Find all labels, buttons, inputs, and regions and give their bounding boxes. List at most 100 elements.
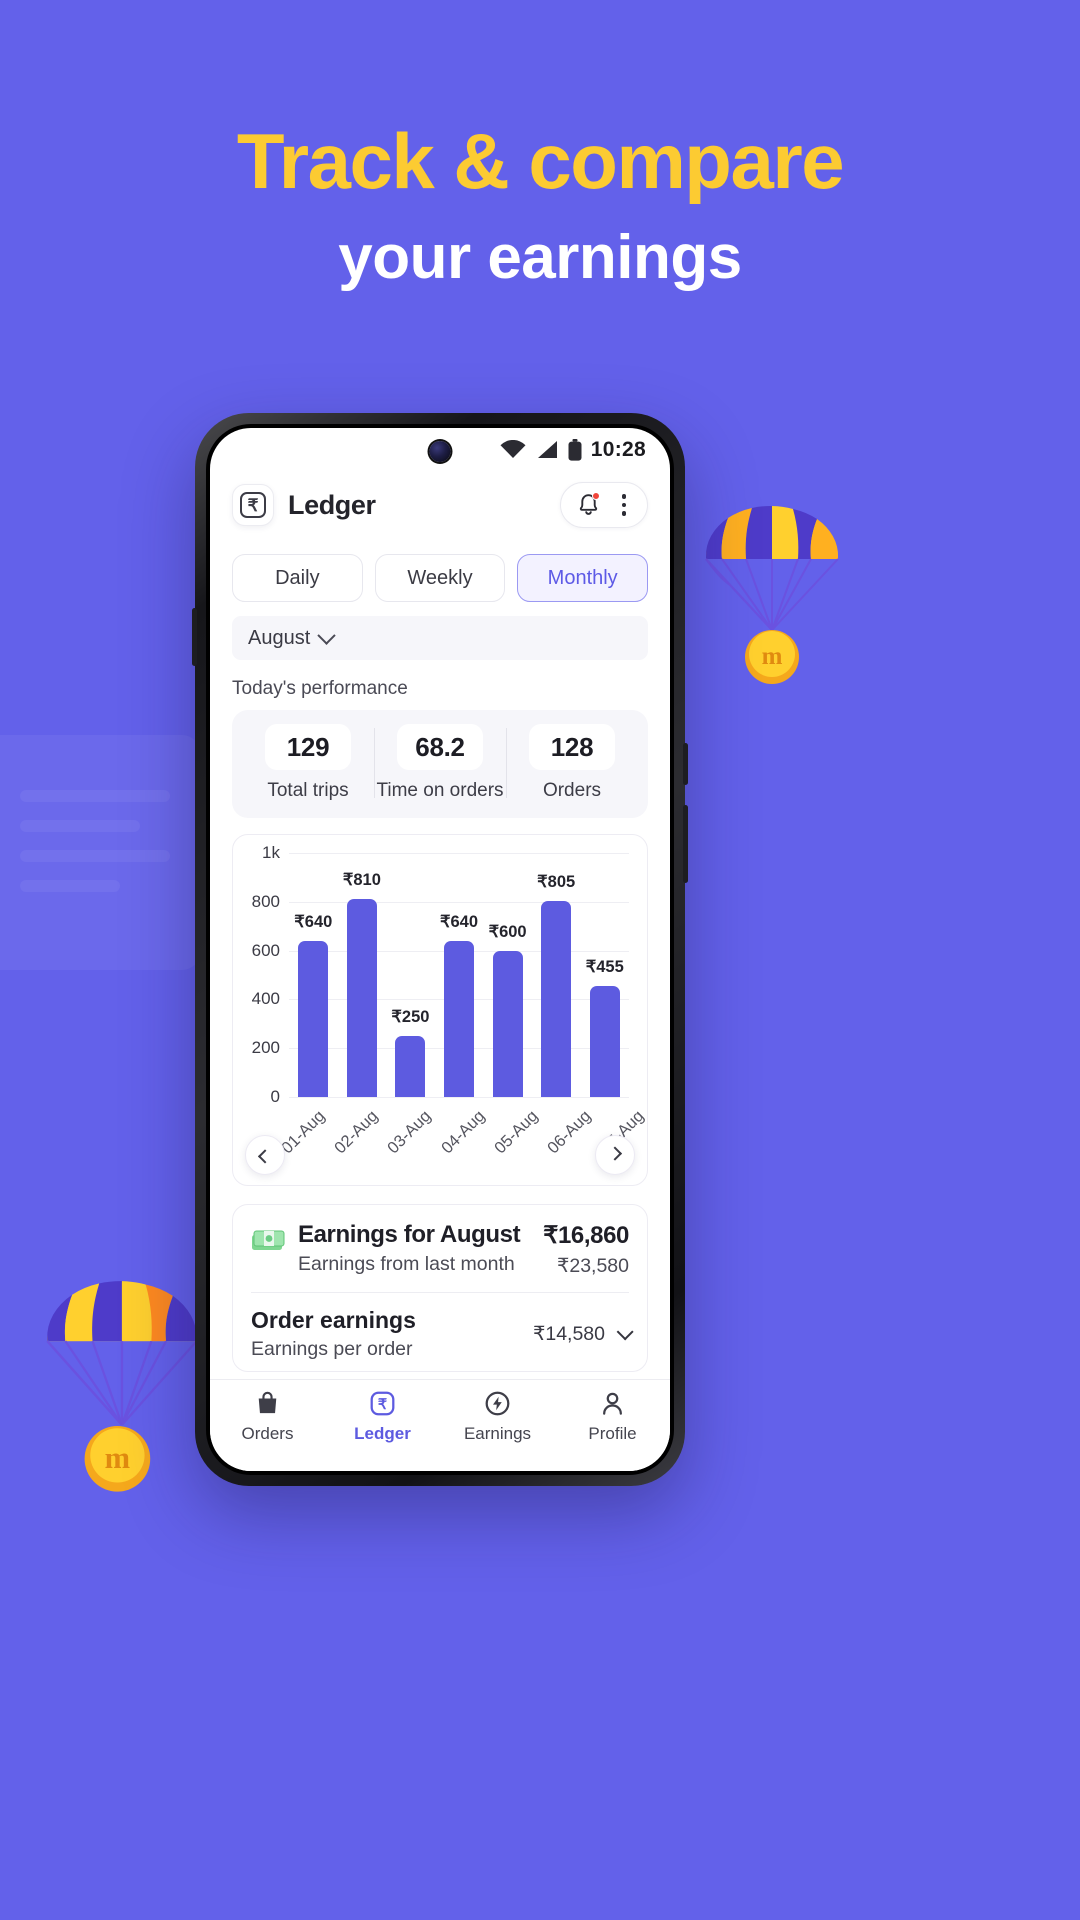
parachute-icon: m: [46, 1281, 198, 1492]
chart-bars: ₹640 ₹810 ₹250 ₹640 ₹600 ₹805 ₹455: [289, 853, 629, 1097]
stat-time-on-orders: 68.2 Time on orders: [374, 724, 506, 802]
chart-y-tick-label: 400: [251, 989, 280, 1009]
status-bar: 10:28: [210, 428, 670, 472]
notifications-button[interactable]: [571, 488, 605, 522]
phone-mockup: 10:28 ₹ Ledger Daily Weekly Monthly Augu…: [192, 413, 688, 1486]
earnings-subtitle: Earnings from last month: [298, 1253, 515, 1275]
rupee-badge-icon: ₹: [232, 484, 274, 526]
kebab-dot: [621, 511, 627, 516]
chart-bar-value-label: ₹640: [440, 912, 479, 931]
chart-bar[interactable]: [492, 950, 523, 1097]
earnings-last-month-amount: ₹23,580: [556, 1255, 629, 1277]
chart-bar[interactable]: [541, 900, 572, 1097]
chart-bar[interactable]: [395, 1036, 426, 1097]
earnings-amount: ₹16,860: [543, 1222, 629, 1249]
status-bar-time: 10:28: [590, 438, 646, 461]
stat-value: 68.2: [397, 724, 483, 770]
chart-bar-value-label: ₹810: [342, 871, 381, 890]
phone-volume-down-button: [683, 805, 688, 883]
chart-bar-value-label: ₹640: [294, 912, 333, 931]
front-camera-punch-hole: [429, 441, 451, 462]
rupee-icon: ₹: [370, 1391, 395, 1416]
chart-bar-slot[interactable]: ₹250: [386, 853, 435, 1097]
stat-value: 128: [529, 724, 615, 770]
bg-decor-line: [20, 820, 140, 832]
kebab-dot: [621, 494, 627, 499]
period-segmented-control: Daily Weekly Monthly: [210, 546, 670, 602]
phone-bezel: 10:28 ₹ Ledger Daily Weekly Monthly Augu…: [206, 424, 674, 1475]
order-earnings-amount: ₹14,580: [532, 1323, 605, 1345]
bolt-icon: [485, 1391, 510, 1416]
earnings-summary-card: Earnings for August Earnings from last m…: [232, 1204, 648, 1372]
chart-prev-button[interactable]: [245, 1135, 285, 1175]
bag-icon: [258, 1391, 277, 1414]
chart-bar[interactable]: [298, 940, 329, 1097]
svg-text:m: m: [762, 643, 783, 670]
nav-label: Earnings: [463, 1424, 532, 1443]
bottom-navigation: Orders ₹ Ledger Earnings Profile: [210, 1379, 670, 1471]
rupee-glyph: ₹: [240, 492, 266, 518]
app-header: ₹ Ledger: [210, 472, 670, 546]
app-header-actions: [560, 482, 648, 528]
chart-x-slot: 01-Aug: [277, 1097, 330, 1157]
phone-volume-up-button: [683, 743, 688, 785]
order-earnings-row[interactable]: Order earnings Earnings per order ₹14,58…: [251, 1293, 634, 1361]
earnings-values: ₹16,860 ₹23,580: [543, 1221, 629, 1278]
chart-x-slot: 02-Aug: [330, 1097, 383, 1157]
bar-chart-x-axis: 01-Aug 02-Aug 03-Aug 04-Aug 05-Aug 06-Aug 07-A…: [277, 1097, 648, 1157]
chart-bar-slot[interactable]: ₹640: [289, 853, 338, 1097]
month-selector[interactable]: August: [232, 616, 648, 660]
chart-bar-slot[interactable]: ₹810: [338, 853, 387, 1097]
chart-bar[interactable]: [444, 940, 475, 1097]
chart-x-slot: 04-Aug: [437, 1097, 490, 1157]
month-selector-value: August: [248, 626, 311, 649]
chart-bar-value-label: ₹805: [537, 872, 576, 891]
overflow-menu-button[interactable]: [609, 488, 639, 522]
bg-decor-line: [20, 850, 170, 862]
nav-label: Orders: [241, 1424, 294, 1443]
bg-decor-line: [20, 880, 120, 892]
phone-screen: 10:28 ₹ Ledger Daily Weekly Monthly Augu…: [210, 428, 670, 1471]
stat-label: Orders: [542, 780, 602, 801]
bar-chart-plot: 1k 800 600 400 200 0 ₹640 ₹810 ₹250 ₹640 ₹600 ₹805 ₹…: [252, 843, 629, 1106]
chart-bar[interactable]: [346, 899, 377, 1097]
stat-value: 129: [265, 724, 351, 770]
tab-weekly[interactable]: Weekly: [374, 554, 506, 602]
nav-item-ledger[interactable]: ₹ Ledger: [325, 1390, 440, 1444]
performance-stats-card: 129 Total trips 68.2 Time on orders 128 …: [232, 710, 648, 818]
earnings-title: Earnings for August: [298, 1221, 521, 1248]
order-earnings-title: Order earnings: [251, 1307, 416, 1333]
chart-bar-slot[interactable]: ₹640: [435, 853, 484, 1097]
chart-bar-value-label: ₹455: [585, 957, 624, 976]
chart-bar-value-label: ₹250: [391, 1008, 430, 1026]
wifi-icon: [500, 440, 526, 458]
parachute-icon: m: [705, 505, 839, 684]
order-earnings-subtitle: Earnings per order: [251, 1338, 413, 1360]
nav-item-profile[interactable]: Profile: [555, 1390, 670, 1444]
battery-icon: [568, 439, 582, 461]
notification-badge-dot: [592, 492, 600, 500]
chart-x-slot: 06-Aug: [543, 1097, 596, 1157]
stat-label: Time on orders: [376, 780, 504, 801]
tab-daily[interactable]: Daily: [232, 554, 363, 602]
nav-item-earnings[interactable]: Earnings: [440, 1390, 555, 1444]
chart-bar-slot[interactable]: ₹455: [580, 853, 629, 1097]
tab-monthly[interactable]: Monthly: [517, 554, 649, 602]
order-earnings-texts: Order earnings Earnings per order: [251, 1307, 521, 1361]
stat-label: Total trips: [267, 780, 349, 801]
hero-line-1: Track & compare: [236, 117, 845, 205]
chart-bar[interactable]: [589, 985, 620, 1097]
svg-text:m: m: [105, 1441, 130, 1475]
nav-item-orders[interactable]: Orders: [210, 1390, 325, 1444]
chart-next-button[interactable]: [595, 1135, 635, 1175]
nav-label: Profile: [588, 1424, 637, 1443]
nav-label: Ledger: [354, 1424, 411, 1443]
app-content: Daily Weekly Monthly August Today's perf…: [210, 546, 670, 1379]
chart-bar-slot[interactable]: ₹600: [483, 853, 532, 1097]
chevron-down-icon[interactable]: [616, 1323, 634, 1341]
chart-bar-slot[interactable]: ₹805: [532, 853, 581, 1097]
chart-y-tick-label: 600: [251, 940, 280, 960]
kebab-dot: [621, 502, 627, 508]
stat-orders: 128 Orders: [506, 724, 638, 802]
performance-section-title: Today's performance: [232, 678, 408, 699]
